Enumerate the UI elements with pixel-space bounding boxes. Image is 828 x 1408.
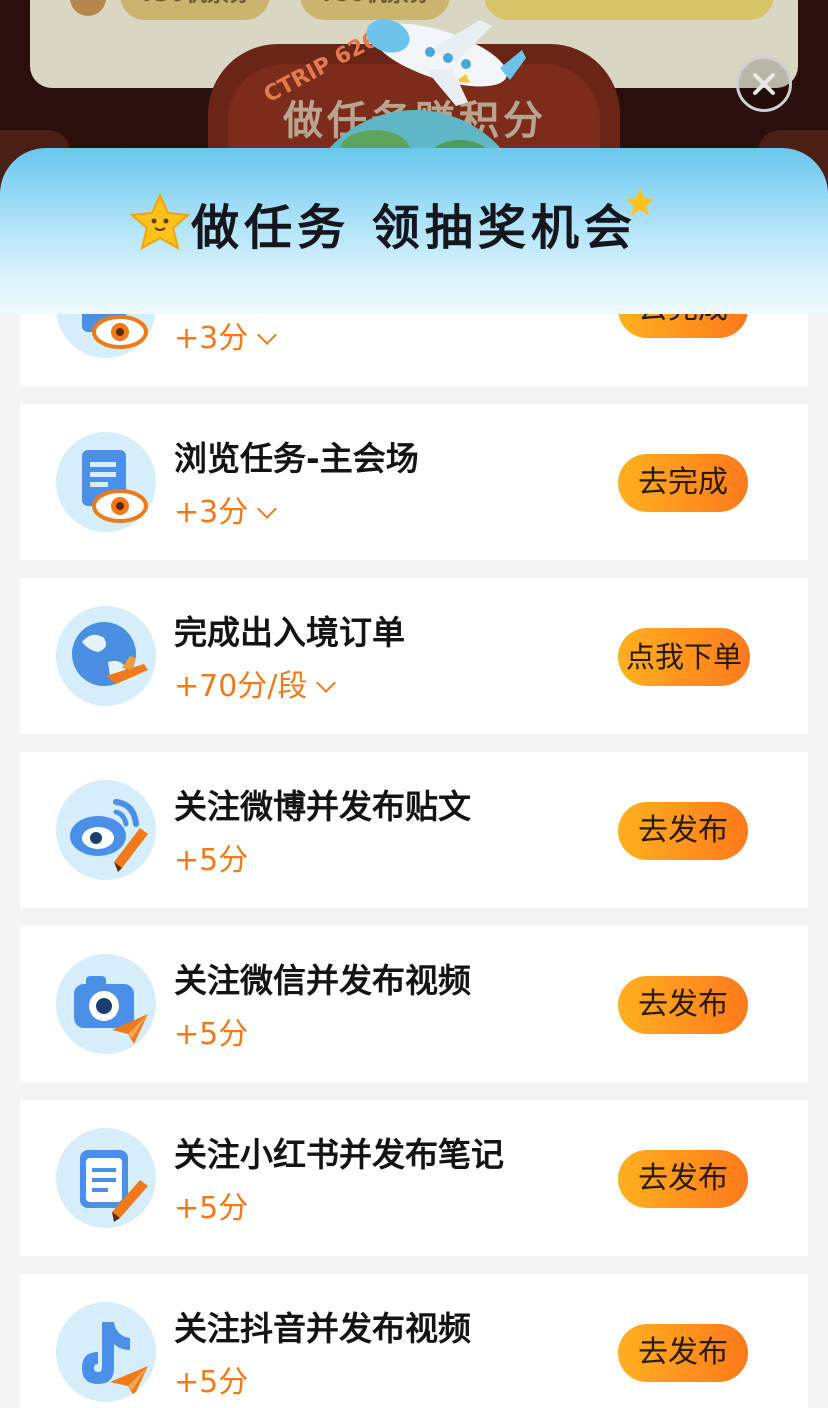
close-icon	[753, 73, 775, 95]
task-title: 关注抖音并发布视频	[174, 1309, 471, 1348]
airplane-icon	[366, 19, 526, 106]
sheet-title: 做任务 领抽奖机会	[191, 200, 637, 256]
task-item-xiaohongshu: 关注小红书并发布笔记 +5分 去发布	[20, 1100, 808, 1256]
task-item-border-order: 完成出入境订单 +70分/段 点我下单	[20, 578, 808, 734]
task-title: 浏览任务-主会场	[174, 439, 419, 478]
sheet-header: 做任务 领抽奖机会	[0, 148, 828, 314]
task-list: +3分 去完成 浏览任务-主会场 +3分 去完成	[20, 230, 808, 1408]
publish-button[interactable]: 去发布	[618, 976, 748, 1034]
coupon-30: ¥30机票券	[120, 0, 270, 20]
chevron-down-icon	[316, 673, 337, 693]
complete-button[interactable]: 去完成	[618, 454, 748, 512]
chevron-down-icon	[257, 325, 278, 345]
order-button[interactable]: 点我下单	[618, 628, 750, 686]
task-item-browse-main-venue: 浏览任务-主会场 +3分 去完成	[20, 404, 808, 560]
task-title: 关注微信并发布视频	[174, 961, 471, 1000]
task-points[interactable]: +3分	[174, 313, 278, 357]
task-points[interactable]: +3分	[174, 487, 278, 531]
task-popup-screen: ¥30机票券 ¥80机票券 做任务赚积分 CTRIP 626	[0, 0, 828, 1408]
task-item-weibo: 关注微博并发布贴文 +5分 去发布	[20, 752, 808, 908]
task-item-douyin: 关注抖音并发布视频 +5分 去发布	[20, 1274, 808, 1408]
task-points: +5分	[174, 1365, 249, 1400]
sparkle-star-icon	[626, 188, 654, 216]
task-item-wechat: 关注微信并发布视频 +5分 去发布	[20, 926, 808, 1082]
globe-plane-icon	[56, 606, 156, 706]
notepad-pencil-icon	[56, 1128, 156, 1228]
document-eye-icon	[56, 432, 156, 532]
publish-button[interactable]: 去发布	[618, 1150, 748, 1208]
chevron-down-icon	[257, 499, 278, 519]
tiktok-paperplane-icon	[56, 1302, 156, 1402]
close-button[interactable]	[736, 56, 792, 112]
weibo-pencil-icon	[56, 780, 156, 880]
task-points: +5分	[174, 1017, 249, 1052]
task-title: 完成出入境订单	[174, 613, 405, 652]
task-points[interactable]: +70分/段	[174, 661, 337, 705]
task-title: 关注小红书并发布笔记	[174, 1135, 504, 1174]
task-title: 关注微博并发布贴文	[174, 787, 471, 826]
task-points: +5分	[174, 1191, 249, 1226]
publish-button[interactable]: 去发布	[618, 1324, 748, 1382]
task-points: +5分	[174, 843, 249, 878]
camera-paperplane-icon	[56, 954, 156, 1054]
publish-button[interactable]: 去发布	[618, 802, 748, 860]
